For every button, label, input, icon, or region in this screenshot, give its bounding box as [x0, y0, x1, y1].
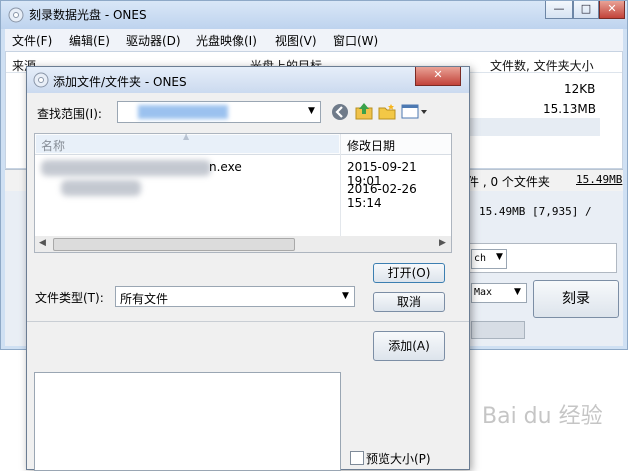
main-titlebar[interactable]: 刻录数据光盘 - ONES — □ ✕: [1, 1, 627, 29]
menu-window[interactable]: 窗口(W): [333, 32, 378, 49]
dialog-close-button[interactable]: ✕: [415, 67, 461, 86]
file-date: 2016-02-26 15:14: [347, 182, 417, 210]
watermark-text: Bai du 经验: [482, 404, 603, 429]
back-icon[interactable]: [331, 103, 349, 121]
filetype-label: 文件类型(T):: [35, 291, 104, 305]
chevron-down-icon: ▼: [514, 287, 521, 297]
summary-text: 15.49MB [7,935] /: [479, 205, 592, 218]
table-row-size: 15.13MB: [543, 102, 596, 116]
cancel-button[interactable]: 取消: [373, 292, 445, 312]
speed-select-value: ch: [474, 253, 487, 264]
chevron-down-icon: ▼: [308, 106, 315, 116]
speed-select[interactable]: ch ▼: [471, 249, 507, 269]
dialog-titlebar[interactable]: 添加文件/文件夹 - ONES ✕: [27, 67, 469, 93]
view-menu-icon[interactable]: [401, 104, 429, 120]
add-files-dialog: 添加文件/文件夹 - ONES ✕ 查找范围(I): ▼ 名称 ▲ 修改日期 n…: [26, 66, 470, 471]
preview-label: 预览大小(P): [366, 452, 431, 466]
lookin-selected-value: [138, 105, 228, 119]
progress-bar: [471, 321, 525, 339]
app-icon: [8, 7, 24, 23]
lookin-select[interactable]: ▼: [117, 101, 321, 123]
menu-edit[interactable]: 编辑(E): [69, 32, 110, 49]
column-modified[interactable]: 修改日期: [347, 137, 395, 154]
scrollbar-thumb[interactable]: [53, 238, 295, 251]
divider: [27, 321, 469, 322]
burn-button[interactable]: 刻录: [533, 280, 619, 318]
open-button[interactable]: 打开(O): [373, 263, 445, 283]
lookin-label: 查找范围(I):: [37, 107, 102, 121]
horizontal-scrollbar[interactable]: ◀ ▶: [35, 236, 451, 252]
file-name[interactable]: n.exe: [209, 160, 242, 174]
chevron-down-icon: ▼: [342, 291, 349, 301]
file-icon: [41, 160, 211, 176]
watermark: Bai du 经验: [482, 398, 603, 430]
scroll-right-icon[interactable]: ▶: [439, 238, 446, 248]
filetype-select[interactable]: 所有文件 ▼: [115, 286, 355, 307]
app-icon: [33, 72, 49, 88]
main-window-title: 刻录数据光盘 - ONES: [29, 8, 147, 22]
preview-pane: [34, 372, 341, 471]
scroll-left-icon[interactable]: ◀: [39, 238, 46, 248]
mode-select[interactable]: Max ▼: [471, 283, 527, 303]
chevron-down-icon: ▼: [496, 252, 503, 262]
status-text: 件 , 0 个文件夹: [467, 175, 550, 189]
minimize-button[interactable]: —: [545, 1, 573, 19]
column-separator: [340, 134, 341, 252]
maximize-button[interactable]: □: [573, 1, 599, 19]
close-button[interactable]: ✕: [599, 1, 625, 19]
new-folder-icon[interactable]: [378, 103, 396, 121]
file-list[interactable]: 名称 ▲ 修改日期 n.exe 2015-09-21 19:01 2016-02…: [34, 132, 452, 253]
menu-disc-image[interactable]: 光盘映像(I): [196, 32, 257, 49]
preview-checkbox[interactable]: [350, 451, 364, 465]
dialog-title: 添加文件/文件夹 - ONES: [53, 75, 187, 89]
up-folder-icon[interactable]: [355, 102, 373, 120]
add-button[interactable]: 添加(A): [373, 331, 445, 361]
header-selected: [36, 135, 339, 153]
mode-select-value: Max: [474, 287, 493, 298]
menu-drive[interactable]: 驱动器(D): [126, 32, 181, 49]
status-size: 15.49MB: [576, 173, 623, 186]
file-icon: [61, 180, 141, 196]
menu-view[interactable]: 视图(V): [275, 32, 317, 49]
menu-bar: 文件(F) 编辑(E) 驱动器(D) 光盘映像(I) 视图(V) 窗口(W): [5, 29, 623, 51]
filetype-value: 所有文件: [120, 292, 169, 306]
table-row-size: 12KB: [564, 82, 596, 96]
menu-file[interactable]: 文件(F): [12, 32, 52, 49]
